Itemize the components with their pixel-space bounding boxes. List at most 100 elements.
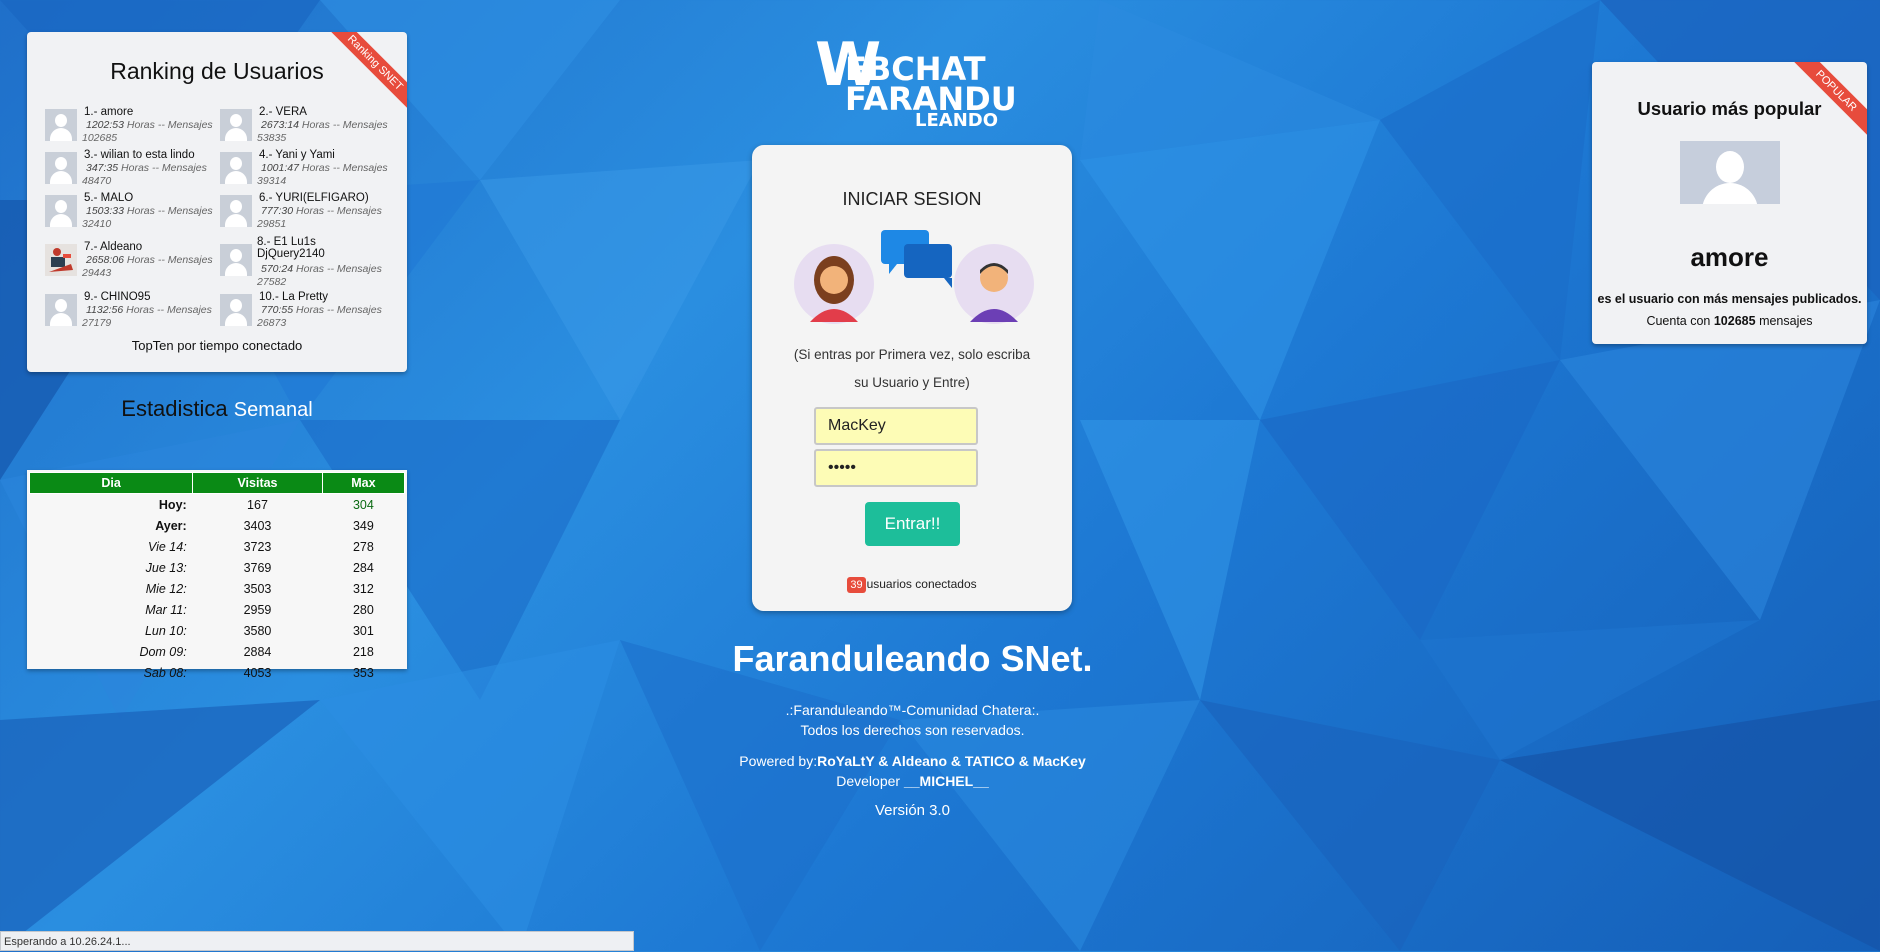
table-row: Ayer: 3403 349 xyxy=(30,515,405,536)
rank-user-name: 5.- MALO xyxy=(84,192,134,204)
rank-item[interactable]: 1.- amore 1202:53 Horas -- Mensajes 1026… xyxy=(45,106,220,150)
online-users: 39 usuarios conectados xyxy=(752,577,1072,593)
popular-user-name[interactable]: amore xyxy=(1592,242,1867,273)
cell-max: 312 xyxy=(352,581,374,596)
woman-icon xyxy=(794,244,874,324)
rank-item[interactable]: 9.- CHINO95 1132:56 Horas -- Mensajes 27… xyxy=(45,291,220,335)
rank-item[interactable]: 10.- La Pretty 770:55 Horas -- Mensajes … xyxy=(220,291,395,335)
rank-hours: 777:30 xyxy=(261,205,294,217)
rank-suffix: Horas -- Mensajes xyxy=(121,162,207,174)
col-header-visitas: Visitas xyxy=(192,472,323,494)
table-row: Dom 09: 2884 218 xyxy=(30,641,405,662)
powered-label: Powered by: xyxy=(739,753,818,769)
popular-line-2-post: mensajes xyxy=(1759,314,1813,328)
rank-hours: 1202:53 xyxy=(86,119,124,131)
rank-suffix: Horas -- Mensajes xyxy=(301,119,388,131)
user-avatar xyxy=(220,294,252,326)
rank-hours: 1001:47 xyxy=(261,162,299,174)
developer: Developer __MICHEL__ xyxy=(650,771,1175,791)
cell-visits: 3769 xyxy=(243,560,272,575)
user-avatar xyxy=(45,195,77,227)
rank-user-name: 7.- Aldeano xyxy=(84,241,143,253)
site-title: Faranduleando SNet. xyxy=(732,638,1093,679)
rank-suffix: Horas -- Mensajes xyxy=(296,263,382,275)
credits: .:Faranduleando™-Comunidad Chatera:. Tod… xyxy=(650,700,1175,821)
cell-max: 301 xyxy=(352,623,374,638)
user-avatar xyxy=(220,195,252,227)
popular-description: es el usuario con más mensajes publicado… xyxy=(1592,288,1867,332)
site-logo[interactable]: W EBCHAT FARANDU LEANDO xyxy=(815,30,1017,131)
rank-suffix: Horas -- Mensajes xyxy=(296,205,382,217)
powered-names: RoYaLtY & Aldeano & TATICO & MacKey xyxy=(817,753,1086,769)
cell-day: Ayer: xyxy=(155,518,187,533)
rank-item[interactable]: 3.- wilian to esta lindo 347:35 Horas --… xyxy=(45,149,220,193)
man-icon xyxy=(954,244,1034,324)
cell-max: 349 xyxy=(352,518,374,533)
rank-item[interactable]: 2.- VERA 2673:14 Horas -- Mensajes 53835 xyxy=(220,106,395,150)
rank-item[interactable]: 6.- YURI(ELFIGARO) 777:30 Horas -- Mensa… xyxy=(220,192,395,236)
cell-visits: 167 xyxy=(247,497,268,512)
col-header-dia: Dia xyxy=(28,472,194,494)
chat-people-illustration xyxy=(794,230,1034,324)
table-row: Mie 12: 3503 312 xyxy=(30,578,405,599)
user-avatar xyxy=(220,152,252,184)
table-row: Mar 11: 2959 280 xyxy=(30,599,405,620)
rights-text: Todos los derechos son reservados. xyxy=(800,722,1025,738)
rank-item[interactable]: 4.- Yani y Yami 1001:47 Horas -- Mensaje… xyxy=(220,149,395,193)
rank-item[interactable]: 7.- Aldeano 2658:06 Horas -- Mensajes 29… xyxy=(45,241,220,285)
user-avatar xyxy=(45,294,77,326)
rank-user-name: 1.- amore xyxy=(84,106,134,118)
rank-user-name: 2.- VERA xyxy=(259,106,307,118)
login-hint: (Si entras por Primera vez, solo escriba… xyxy=(793,347,1031,390)
ranking-footer: TopTen por tiempo conectado xyxy=(131,338,303,353)
rank-hours: 347:35 xyxy=(86,162,119,174)
rank-hours: 2673:14 xyxy=(261,119,299,131)
powered-by: Powered by:RoYaLtY & Aldeano & TATICO & … xyxy=(650,751,1175,771)
ranking-panel: Ranking SNET Ranking de Usuarios 1.- amo… xyxy=(27,32,407,372)
password-input[interactable] xyxy=(814,449,978,487)
cell-day: Dom 09: xyxy=(139,644,187,659)
table-row: Sab 08: 4053 353 xyxy=(30,662,405,683)
cell-visits: 3723 xyxy=(243,539,272,554)
cell-day: Lun 10: xyxy=(144,623,187,638)
rank-hours: 2658:06 xyxy=(86,254,124,266)
cell-visits: 2884 xyxy=(243,644,272,659)
popular-line-1: es el usuario con más mensajes publicado… xyxy=(1597,292,1862,306)
cell-day: Mie 12: xyxy=(145,581,187,596)
cell-visits: 3503 xyxy=(243,581,272,596)
rank-suffix: Horas -- Mensajes xyxy=(126,304,212,316)
table-row: Vie 14: 3723 278 xyxy=(30,536,405,557)
table-row: Lun 10: 3580 301 xyxy=(30,620,405,641)
rank-user-name: 10.- La Pretty xyxy=(259,291,329,303)
rank-hours: 1132:56 xyxy=(86,304,124,316)
rank-suffix: Horas -- Mensajes xyxy=(296,304,382,316)
chat-bubbles-icon xyxy=(881,230,952,288)
rank-suffix: Horas -- Mensajes xyxy=(126,254,213,266)
rank-suffix: Horas -- Mensajes xyxy=(301,162,388,174)
cell-max: 284 xyxy=(352,560,374,575)
rank-item[interactable]: 8.- E1 Lu1s DjQuery2140 570:24 Horas -- … xyxy=(220,236,395,288)
rank-messages: 53835 xyxy=(257,132,287,144)
rank-item[interactable]: 5.- MALO 1503:33 Horas -- Mensajes 32410 xyxy=(45,192,220,236)
rank-suffix: Horas -- Mensajes xyxy=(126,119,213,131)
user-avatar xyxy=(220,244,252,276)
online-label: usuarios conectados xyxy=(866,577,977,591)
cell-day: Sab 08: xyxy=(143,665,187,680)
login-button[interactable]: Entrar!! xyxy=(865,502,960,546)
cell-visits: 2959 xyxy=(243,602,272,617)
rank-hours: 770:55 xyxy=(261,304,294,316)
version: Versión 3.0 xyxy=(874,802,951,819)
rank-hours: 570:24 xyxy=(261,263,294,275)
browser-status-bar: Esperando a 10.26.24.1... xyxy=(0,931,634,951)
rank-hours: 1503:33 xyxy=(86,205,124,217)
table-row: Jue 13: 3769 284 xyxy=(30,557,405,578)
cell-day: Hoy: xyxy=(158,497,187,512)
cell-max: 218 xyxy=(352,644,374,659)
username-input[interactable] xyxy=(814,407,978,445)
cell-max: 278 xyxy=(352,539,374,554)
cell-max: 304 xyxy=(352,497,374,512)
rank-messages: 26873 xyxy=(257,317,287,329)
rank-messages: 39314 xyxy=(257,175,287,187)
ranking-title: Ranking de Usuarios xyxy=(110,58,324,84)
popular-user-panel: POPULAR Usuario más popular amore es el … xyxy=(1592,62,1867,344)
